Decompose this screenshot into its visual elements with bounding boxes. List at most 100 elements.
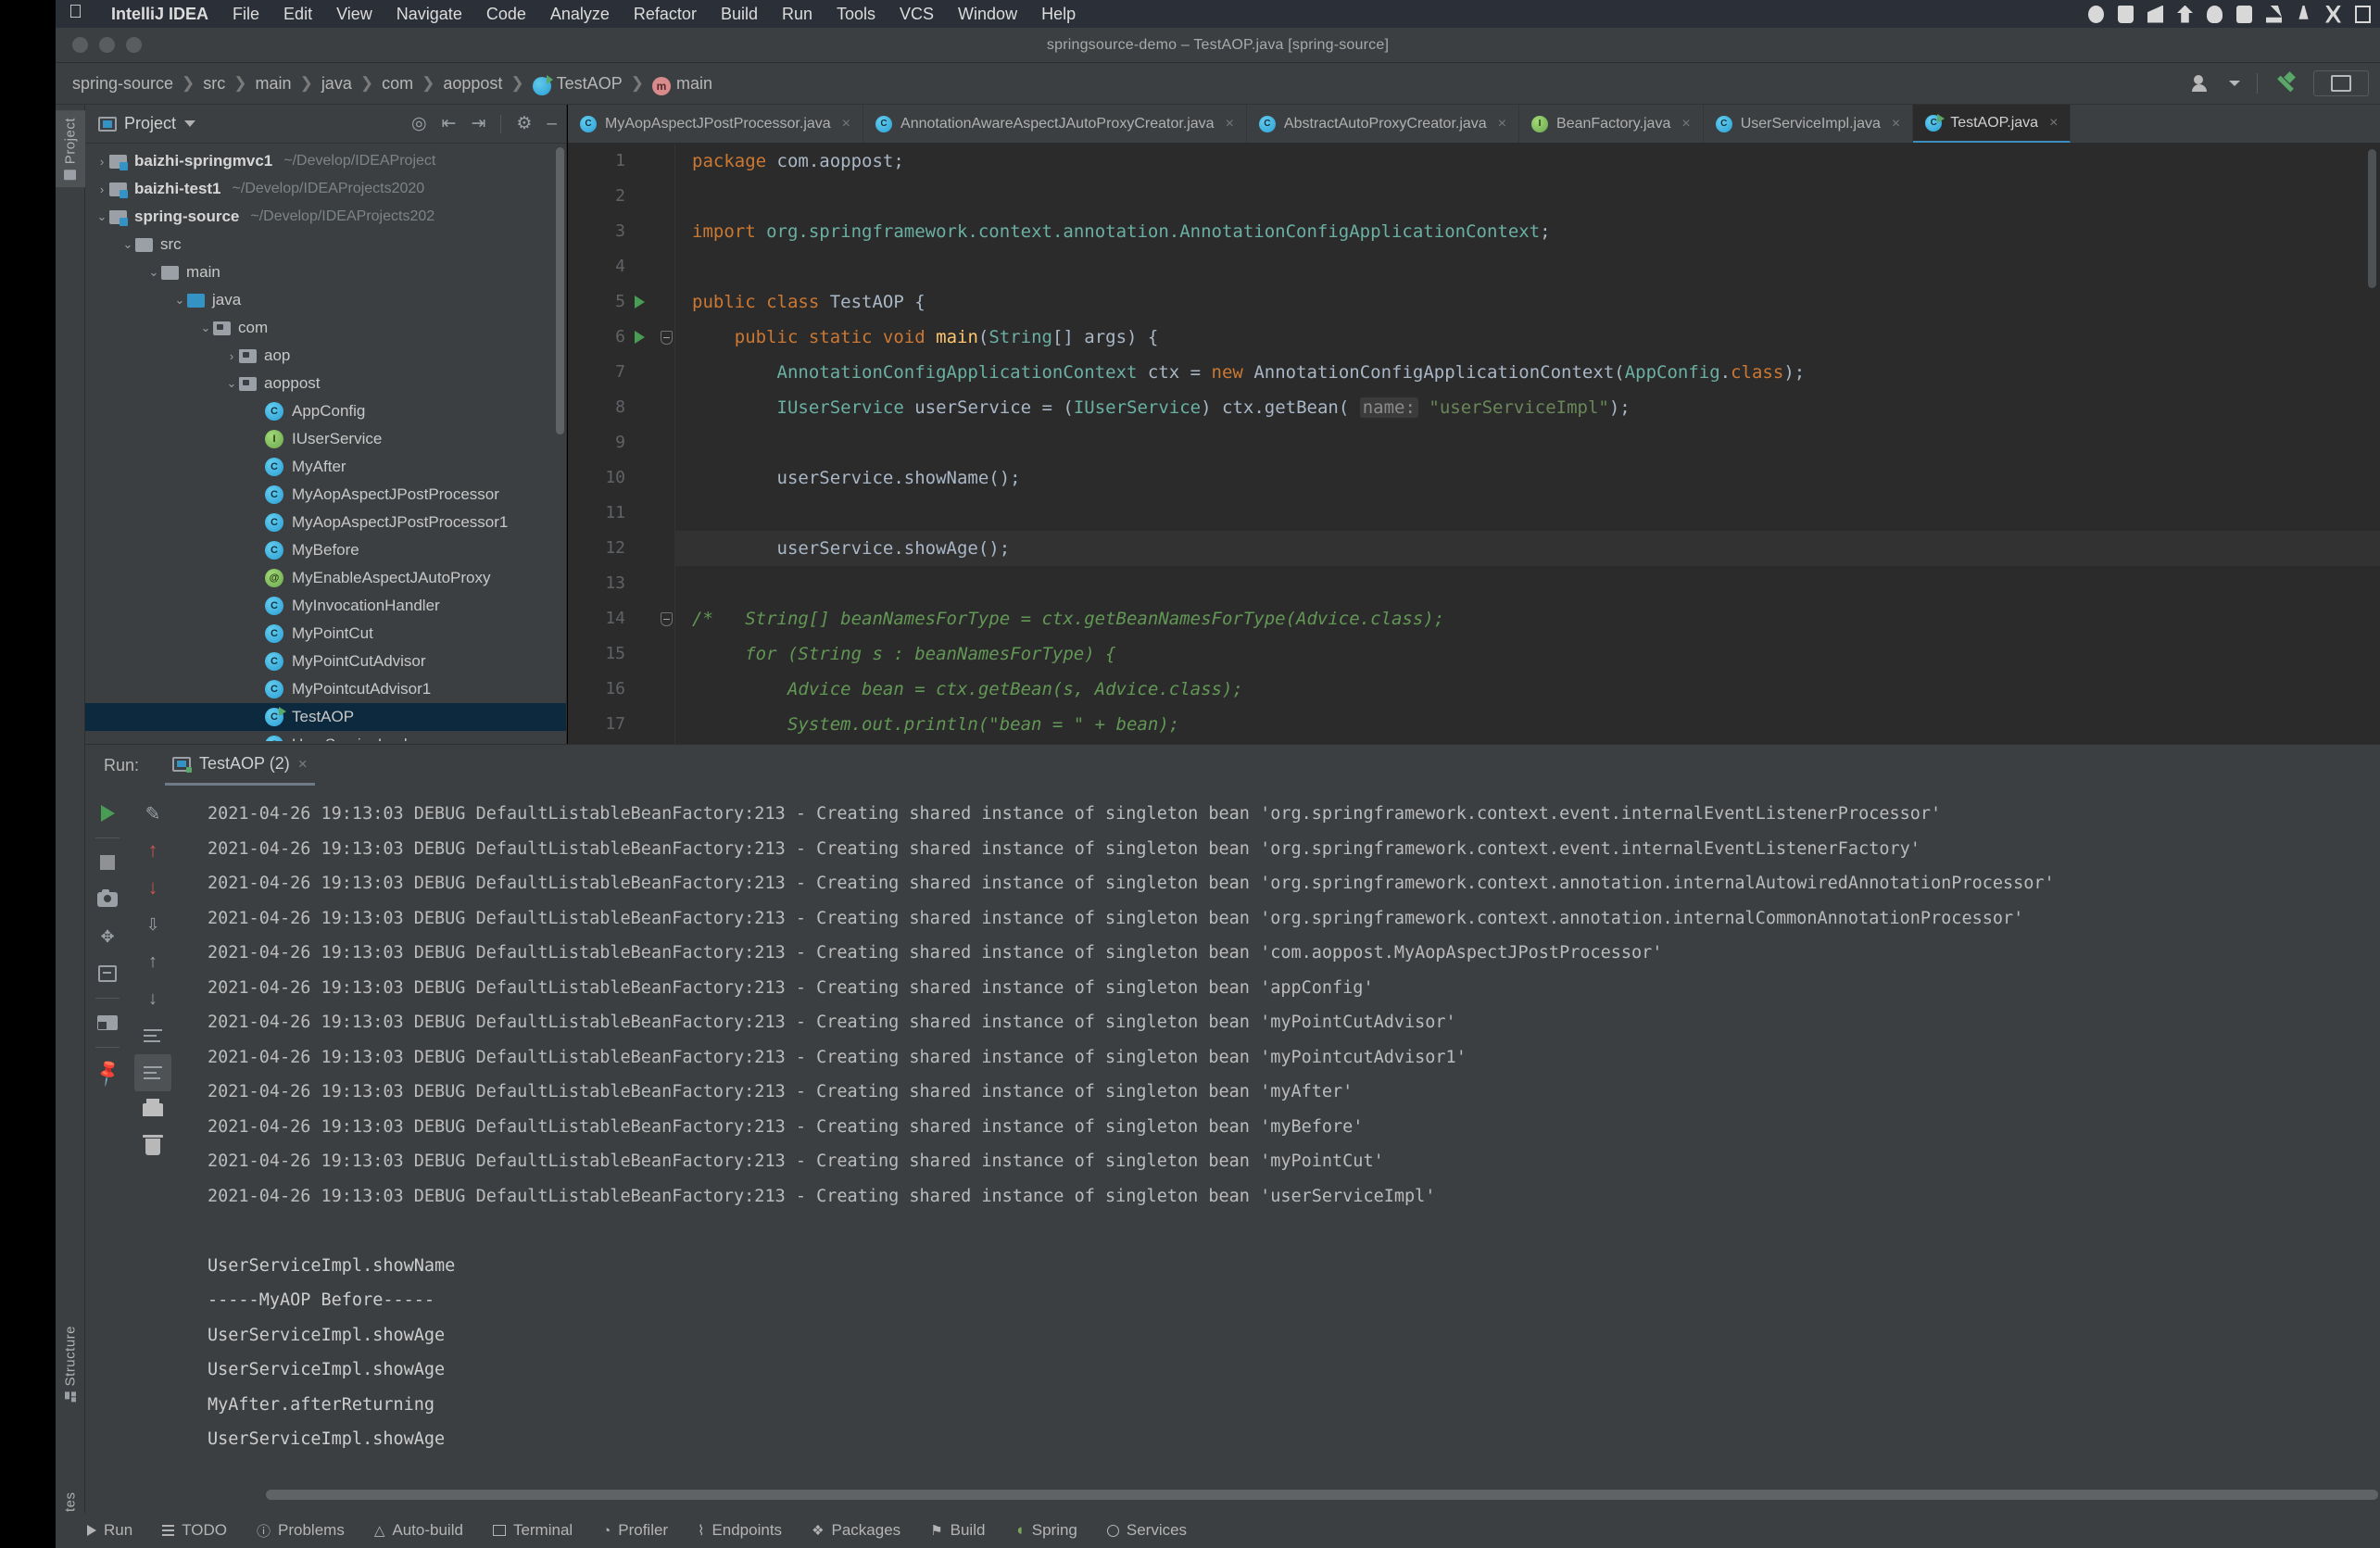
editor-gutter[interactable]: 123456789101112131415161718 bbox=[568, 144, 675, 744]
expand-all-icon[interactable]: ⇤ bbox=[442, 115, 457, 132]
run-gutter-icon[interactable] bbox=[635, 320, 653, 355]
tree-node-myafter[interactable]: C MyAfter bbox=[85, 453, 566, 481]
wrap-lines-button[interactable] bbox=[134, 1017, 171, 1054]
editor-tab-testaop[interactable]: C TestAOP.java × bbox=[1913, 105, 2071, 143]
menu-item-vcs[interactable]: VCS bbox=[888, 5, 946, 24]
move-up-button[interactable]: ↑ bbox=[134, 943, 171, 980]
tree-node-mypointcutadvisor[interactable]: C MyPointCutAdvisor bbox=[85, 648, 566, 675]
apple-logo-icon[interactable]:  bbox=[69, 3, 82, 21]
run-tab-testaop[interactable]: TestAOP (2) × bbox=[165, 745, 315, 786]
status-item-profiler[interactable]: ◔ Profiler bbox=[587, 1521, 683, 1540]
tree-node-mypointcut[interactable]: C MyPointCut bbox=[85, 620, 566, 648]
clear-all-button[interactable] bbox=[134, 1128, 171, 1165]
battery-icon[interactable] bbox=[2118, 5, 2134, 23]
prev-occurrence-button[interactable]: ↑ bbox=[134, 832, 171, 869]
pen-icon[interactable] bbox=[2298, 5, 2309, 19]
tree-node-userserviceimpl[interactable]: C UserServiceImpl bbox=[85, 731, 566, 741]
status-item-build[interactable]: ⚑ Build bbox=[915, 1521, 1000, 1540]
menu-item-refactor[interactable]: Refactor bbox=[622, 5, 709, 24]
tree-node-aoppost[interactable]: ⌄ aoppost bbox=[85, 370, 566, 397]
chevron-down-icon[interactable]: ⌄ bbox=[120, 237, 135, 252]
console-output[interactable]: 2021-04-26 19:13:03 DEBUG DefaultListabl… bbox=[178, 786, 2380, 1471]
cloud-icon[interactable] bbox=[2207, 5, 2223, 23]
breadcrumb-item-aoppost[interactable]: aoppost bbox=[443, 74, 502, 94]
breadcrumb-item-java[interactable]: java bbox=[321, 74, 352, 94]
tree-node-testaop[interactable]: C TestAOP bbox=[85, 703, 566, 731]
menu-item-code[interactable]: Code bbox=[474, 5, 538, 24]
breadcrumb-item-com[interactable]: com bbox=[382, 74, 413, 94]
status-item-spring[interactable]: ◖ Spring bbox=[1000, 1521, 1091, 1540]
rerun-button[interactable] bbox=[89, 795, 126, 832]
console-horizontal-scrollbar[interactable] bbox=[266, 1490, 2378, 1500]
editor-tab-myaopaspectjpostprocessor[interactable]: C MyAopAspectJPostProcessor.java × bbox=[568, 105, 864, 143]
layout-button[interactable] bbox=[89, 1004, 126, 1041]
locate-icon[interactable]: ◎ bbox=[411, 115, 427, 132]
status-circle-icon[interactable] bbox=[2088, 5, 2104, 23]
editor-code-area[interactable]: package com.aoppost; import org.springfr… bbox=[675, 144, 2380, 744]
close-tab-icon[interactable]: × bbox=[842, 116, 850, 132]
tree-node-myinvocationhandler[interactable]: C MyInvocationHandler bbox=[85, 592, 566, 620]
status-item-problems[interactable]: ⓘ Problems bbox=[242, 1521, 359, 1541]
menu-item-edit[interactable]: Edit bbox=[271, 5, 324, 24]
editor-scrollbar[interactable] bbox=[2368, 149, 2376, 288]
editor-tab-annotationawareaspectjautoproxycreator[interactable]: C AnnotationAwareAspectJAutoProxyCreator.… bbox=[863, 105, 1247, 143]
chevron-down-icon[interactable] bbox=[2229, 81, 2240, 86]
edit-button[interactable]: ✎ bbox=[134, 795, 171, 832]
move-down-button[interactable]: ↓ bbox=[134, 980, 171, 1017]
menu-item-help[interactable]: Help bbox=[1029, 5, 1088, 24]
tree-node-main[interactable]: ⌄ main bbox=[85, 258, 566, 286]
thread-dump-button[interactable]: ✥ bbox=[89, 918, 126, 955]
tree-node-appconfig[interactable]: C AppConfig bbox=[85, 397, 566, 425]
gear-icon[interactable]: ⚙ bbox=[516, 115, 532, 132]
collapse-all-icon[interactable]: ⇥ bbox=[471, 115, 485, 132]
close-tab-icon[interactable]: × bbox=[2049, 115, 2058, 132]
tree-node-mypointcutadvisor1[interactable]: C MyPointcutAdvisor1 bbox=[85, 675, 566, 703]
chevron-down-icon[interactable] bbox=[184, 120, 196, 127]
chevron-down-icon[interactable]: ⌄ bbox=[224, 376, 239, 391]
fold-region-icon[interactable] bbox=[659, 320, 674, 355]
menu-item-tools[interactable]: Tools bbox=[825, 5, 888, 24]
menu-app-name[interactable]: IntelliJ IDEA bbox=[99, 5, 220, 24]
user-account-icon[interactable] bbox=[2192, 74, 2212, 93]
breadcrumb-item-src[interactable]: src bbox=[203, 74, 225, 94]
run-configuration-selector[interactable] bbox=[2313, 70, 2369, 96]
status-item-run[interactable]: Run bbox=[72, 1521, 147, 1540]
snapshot-button[interactable] bbox=[89, 881, 126, 918]
project-tree-scrollbar[interactable] bbox=[556, 147, 564, 434]
status-item-auto-build[interactable]: △ Auto-build bbox=[359, 1521, 478, 1540]
breadcrumb-item-spring-source[interactable]: spring-source bbox=[72, 74, 173, 94]
sidebar-tab-project[interactable]: Project bbox=[56, 110, 85, 188]
chevron-right-icon[interactable]: › bbox=[94, 155, 109, 169]
bell-icon[interactable] bbox=[2266, 5, 2282, 23]
upload-icon[interactable] bbox=[2177, 5, 2193, 23]
volume-icon[interactable] bbox=[2147, 5, 2163, 23]
close-tab-icon[interactable]: × bbox=[1892, 116, 1900, 132]
menu-item-file[interactable]: File bbox=[220, 5, 271, 24]
pin-button[interactable]: 📌 bbox=[89, 1053, 126, 1090]
tree-node-java[interactable]: ⌄ java bbox=[85, 286, 566, 314]
tree-node-mybefore[interactable]: C MyBefore bbox=[85, 536, 566, 564]
minimize-icon[interactable]: – bbox=[547, 115, 557, 132]
soft-wrap-button[interactable]: ⇩ bbox=[134, 906, 171, 943]
tree-node-baizhi-springmvc1[interactable]: › baizhi-springmvc1 ~/Develop/IDEAProject bbox=[85, 147, 566, 175]
chevron-right-icon[interactable]: › bbox=[94, 182, 109, 196]
import-button[interactable] bbox=[89, 955, 126, 992]
tree-node-baizhi-test1[interactable]: › baizhi-test1 ~/Develop/IDEAProjects2020 bbox=[85, 175, 566, 203]
tree-node-aop[interactable]: › aop bbox=[85, 342, 566, 370]
editor-tab-beanfactory[interactable]: I BeanFactory.java × bbox=[1519, 105, 1704, 143]
status-item-terminal[interactable]: Terminal bbox=[478, 1521, 587, 1540]
editor-tab-bar[interactable]: C MyAopAspectJPostProcessor.java × C Annotat… bbox=[568, 105, 2380, 144]
chevron-down-icon[interactable]: ⌄ bbox=[172, 293, 187, 308]
breadcrumb-item-testaop[interactable]: TestAOP bbox=[557, 74, 623, 94]
sidebar-tab-structure[interactable]: Structure bbox=[56, 1318, 85, 1409]
fold-region-icon[interactable] bbox=[659, 601, 674, 636]
run-gutter-icon[interactable] bbox=[635, 284, 653, 320]
menu-item-navigate[interactable]: Navigate bbox=[384, 5, 474, 24]
build-hammer-icon[interactable] bbox=[2274, 72, 2297, 94]
close-tab-icon[interactable]: × bbox=[1226, 116, 1234, 132]
tree-node-src[interactable]: ⌄ src bbox=[85, 231, 566, 258]
tree-node-com[interactable]: ⌄ com bbox=[85, 314, 566, 342]
menu-item-run[interactable]: Run bbox=[770, 5, 825, 24]
status-item-endpoints[interactable]: ⌇ Endpoints bbox=[683, 1521, 797, 1540]
menu-item-build[interactable]: Build bbox=[709, 5, 770, 24]
